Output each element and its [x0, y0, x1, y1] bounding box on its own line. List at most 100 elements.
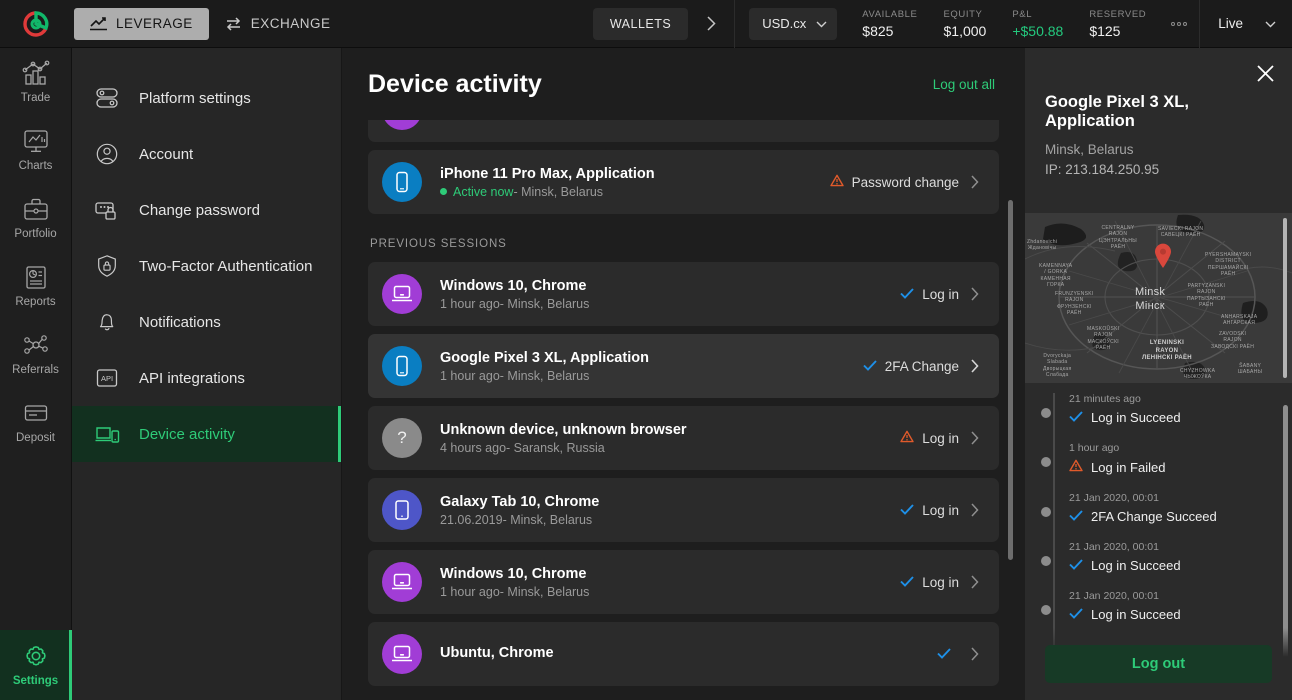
warning-icon	[1069, 459, 1083, 475]
session-action-label: Password change	[851, 174, 959, 190]
close-icon[interactable]	[1252, 60, 1278, 86]
chevron-right-icon[interactable]	[965, 431, 985, 445]
chevron-right-icon[interactable]	[965, 647, 985, 661]
session-device-name: Windows 10, Chrome	[440, 565, 587, 582]
rail-item-settings-label: Settings	[12, 675, 59, 687]
check-icon	[900, 287, 914, 302]
map-label: ANHARSKAJA АНГАРСКАЯ	[1221, 314, 1258, 327]
devices-icon	[94, 422, 120, 446]
session-action[interactable]: Log in	[900, 503, 959, 518]
session-device-name: Google Pixel 3 XL, Application	[440, 349, 649, 366]
session-row-windows-10-chrome-1[interactable]: Windows 10, Chrome 1 hour ago - Minsk, B…	[368, 262, 999, 326]
session-row-google-pixel-3-xl[interactable]: Google Pixel 3 XL, Application 1 hour ag…	[368, 334, 999, 398]
session-row-windows-10-chrome-2[interactable]: Windows 10, Chrome 1 hour ago - Minsk, B…	[368, 550, 999, 614]
menu-item-change-password[interactable]: Change password	[72, 182, 341, 238]
menu-item-two-factor-authentication[interactable]: Two-Factor Authentication	[72, 238, 341, 294]
page-title: Device activity	[368, 69, 542, 98]
menu-item-device-activity[interactable]: Device activity	[72, 406, 341, 462]
session-action[interactable]: Log in	[900, 287, 959, 302]
session-row-active-partial[interactable]: Active now - Minsk, Belarus Log in	[368, 120, 999, 142]
currency-value: USD.cx	[762, 16, 807, 31]
session-location: - Minsk, Belarus	[513, 184, 604, 199]
rail-item-charts[interactable]: Charts	[0, 116, 72, 184]
timeline-bullet-icon	[1041, 507, 1051, 517]
session-location: - Minsk, Belarus	[502, 512, 593, 527]
detail-location: Minsk, Belarus	[1045, 142, 1134, 157]
check-icon	[1069, 558, 1083, 573]
menu-item-notifications[interactable]: Notifications	[72, 294, 341, 350]
chevron-right-icon[interactable]	[965, 503, 985, 517]
menu-item-account[interactable]: Account	[72, 126, 341, 182]
main-header: Device activity Log out all	[342, 48, 1025, 120]
session-list-scroll[interactable]: Active now - Minsk, Belarus Log in	[342, 120, 1025, 700]
detail-scrollbar[interactable]	[1283, 405, 1288, 680]
session-body: iPhone 11 Pro Max, Application Active no…	[440, 166, 830, 199]
session-row-ubuntu-chrome[interactable]: Ubuntu, Chrome	[368, 622, 999, 686]
session-action[interactable]	[937, 647, 959, 662]
map-label: Zhdanovichi Ждановічы	[1027, 239, 1058, 252]
rail-item-trade[interactable]: Trade	[0, 48, 72, 116]
chevron-right-icon[interactable]	[965, 175, 985, 189]
tab-leverage[interactable]: LEVERAGE	[74, 7, 209, 40]
rail-item-portfolio-label: Portfolio	[14, 228, 57, 240]
chevron-right-icon[interactable]	[965, 575, 985, 589]
session-status-text: 21.06.2019	[440, 512, 503, 527]
referrals-icon	[22, 332, 50, 358]
session-status-text: Active now	[453, 184, 514, 199]
stat-pnl: P&L +$50.88	[999, 9, 1076, 39]
left-nav-rail: Trade Charts Portfolio Reports Referrals…	[0, 48, 72, 700]
rail-item-referrals[interactable]: Referrals	[0, 320, 72, 388]
map-scrollbar[interactable]	[1283, 218, 1287, 378]
environment-select[interactable]: Live	[1200, 15, 1292, 33]
warning-icon	[829, 174, 844, 190]
session-action[interactable]: 2FA Change	[863, 359, 959, 374]
brand-logo[interactable]	[0, 0, 72, 48]
chevron-right-icon[interactable]	[965, 287, 985, 301]
trade-icon	[22, 60, 50, 86]
check-icon	[863, 359, 877, 374]
avatar	[382, 162, 422, 202]
chevron-right-icon[interactable]	[688, 0, 734, 48]
rail-item-trade-label: Trade	[20, 92, 51, 104]
map-label: SAVIECKI RAJON САВЕЦКІ РАЁН	[1158, 226, 1204, 239]
divider	[734, 0, 736, 48]
timeline-item: 21 Jan 2020, 00:01 2FA Change Succeed	[1041, 492, 1274, 524]
wallets-button[interactable]: WALLETS	[592, 7, 689, 40]
map-label: PARTYZANSKI RAJON ПАРТЫЗАНСКІ РАЁН	[1187, 283, 1226, 308]
session-row-iphone-11-pro-max[interactable]: iPhone 11 Pro Max, Application Active no…	[368, 150, 999, 214]
session-action[interactable]: Log in	[900, 575, 959, 590]
svg-text:API: API	[101, 374, 113, 383]
menu-item-change-password-label: Change password	[139, 201, 260, 219]
rail-item-portfolio[interactable]: Portfolio	[0, 184, 72, 252]
rail-item-deposit-label: Deposit	[16, 432, 55, 444]
more-dots-icon[interactable]	[1159, 0, 1199, 48]
timeline-time: 21 minutes ago	[1069, 393, 1141, 405]
question-icon: ?	[397, 428, 407, 447]
log-out-all-button[interactable]: Log out all	[933, 77, 995, 92]
log-out-button[interactable]: Log out	[1045, 645, 1272, 683]
previous-sessions-label: PREVIOUS SESSIONS	[370, 238, 507, 250]
menu-item-platform-settings[interactable]: Platform settings	[72, 70, 341, 126]
menu-item-api-integrations[interactable]: API API integrations	[72, 350, 341, 406]
sliders-icon	[94, 86, 120, 110]
session-row-galaxy-tab-10[interactable]: Galaxy Tab 10, Chrome 21.06.2019 - Minsk…	[368, 478, 999, 542]
tab-exchange-label: EXCHANGE	[250, 16, 331, 31]
rail-item-deposit[interactable]: Deposit	[0, 388, 72, 456]
session-status-text: 1 hour ago	[440, 296, 500, 311]
avatar	[382, 490, 422, 530]
chevron-right-icon[interactable]	[965, 359, 985, 373]
phone-icon	[396, 171, 408, 193]
session-subtitle: 1 hour ago - Minsk, Belarus	[440, 369, 863, 383]
location-map[interactable]: Zhdanovichi Ждановічы CENTRALNY RAJON ЦЭНТРА…	[1025, 213, 1292, 383]
laptop-icon	[392, 573, 412, 590]
tab-exchange[interactable]: EXCHANGE	[209, 8, 347, 40]
session-list-scrollbar[interactable]	[1008, 200, 1013, 560]
rail-item-settings[interactable]: Settings	[0, 630, 72, 700]
phone-icon	[396, 355, 408, 377]
session-action[interactable]: Password change	[829, 174, 959, 190]
top-bar: LEVERAGE EXCHANGE WALLETS USD.cx AVAILAB…	[0, 0, 1292, 48]
session-action[interactable]: Log in	[900, 430, 959, 446]
session-row-unknown-device[interactable]: ? Unknown device, unknown browser 4 hour…	[368, 406, 999, 470]
rail-item-reports[interactable]: Reports	[0, 252, 72, 320]
currency-select[interactable]: USD.cx	[749, 7, 838, 40]
